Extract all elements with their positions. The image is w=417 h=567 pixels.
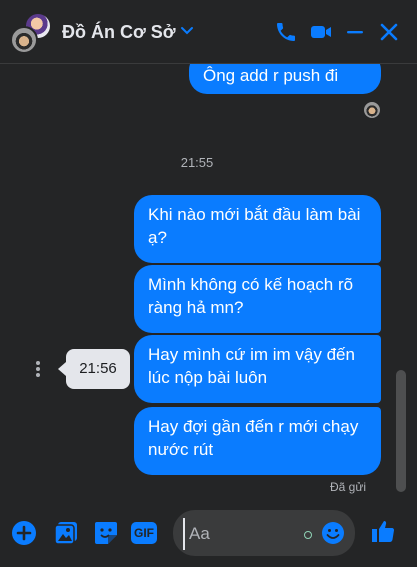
seen-avatar xyxy=(364,102,380,118)
message-timestamp: 21:55 xyxy=(180,155,214,170)
close-icon[interactable] xyxy=(377,20,401,44)
status-dot xyxy=(304,531,312,539)
image-icon[interactable] xyxy=(53,520,79,546)
message-bubble[interactable]: Hay đợi gần đến r mới chạy nước rút xyxy=(134,407,381,475)
emoji-icon[interactable] xyxy=(321,521,345,545)
phone-icon[interactable] xyxy=(274,20,298,44)
message-bubble[interactable]: Hay mình cứ im im vậy đến lúc nộp bài lu… xyxy=(134,335,381,403)
message-bubble[interactable]: Khi nào mới bắt đầu làm bài ạ? xyxy=(134,195,381,263)
sticker-icon[interactable] xyxy=(93,520,119,546)
scrollbar-thumb[interactable] xyxy=(396,370,406,492)
tooltip-arrow xyxy=(58,362,66,376)
minimize-icon[interactable] xyxy=(343,20,367,44)
time-tooltip: 21:56 xyxy=(66,349,130,389)
message-input[interactable] xyxy=(183,518,301,550)
plus-icon[interactable] xyxy=(11,520,37,546)
more-options-icon[interactable] xyxy=(30,360,46,378)
avatar-member-2 xyxy=(10,26,38,54)
chat-title[interactable]: Đồ Án Cơ Sở xyxy=(62,22,176,43)
video-icon[interactable] xyxy=(309,20,333,44)
message-input-container[interactable] xyxy=(173,510,355,556)
message-bubble[interactable]: Ông add r push đi xyxy=(189,64,381,94)
message-bubble[interactable]: Mình không có kế hoạch rõ ràng hả mn? xyxy=(134,265,381,333)
like-icon[interactable] xyxy=(370,518,396,544)
chat-header: Đồ Án Cơ Sở xyxy=(0,0,417,64)
message-list[interactable]: Ông add r push đi 21:55 Khi nào mới bắt … xyxy=(0,64,417,504)
group-avatar[interactable] xyxy=(10,12,56,54)
sent-status: Đã gửi xyxy=(330,480,367,494)
gif-icon[interactable]: GIF xyxy=(131,522,157,544)
chevron-down-icon[interactable] xyxy=(180,24,194,38)
